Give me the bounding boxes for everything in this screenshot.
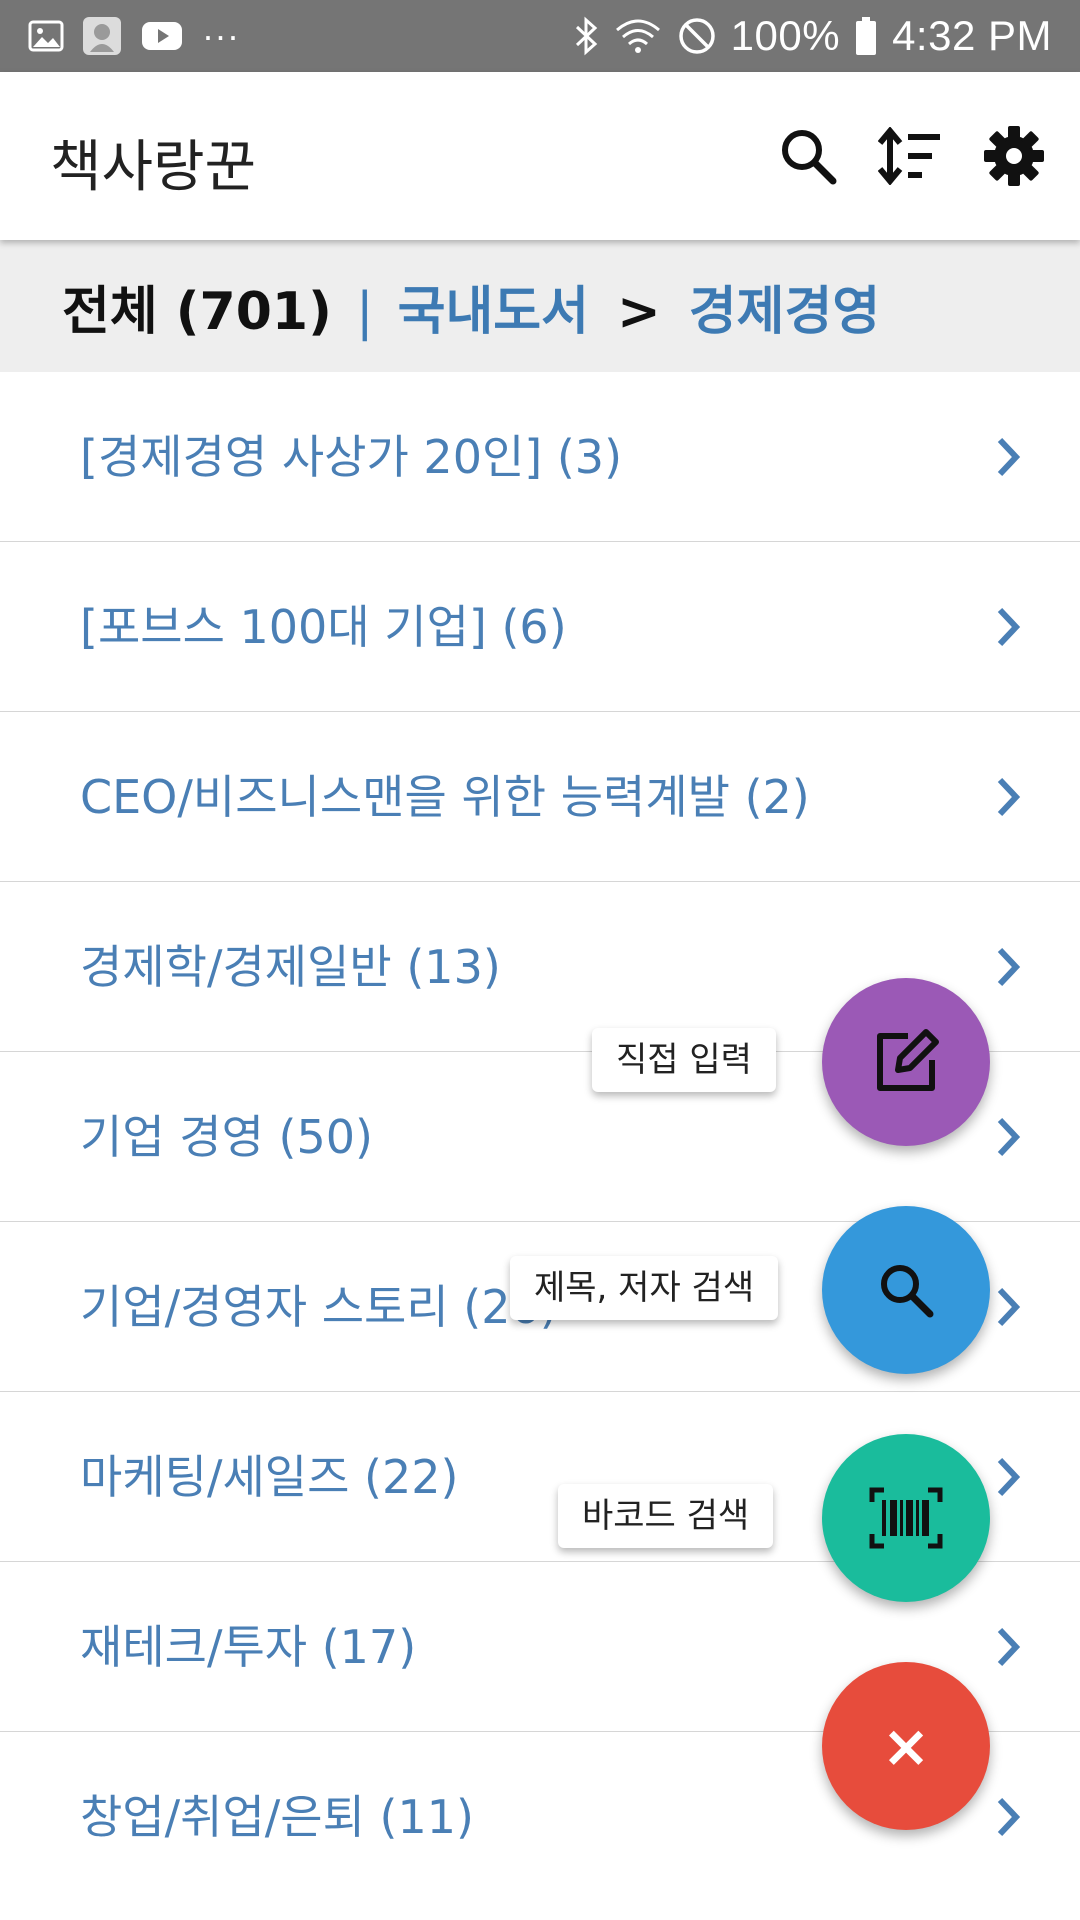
chevron-right-icon (997, 947, 1021, 987)
search-icon (881, 1265, 934, 1318)
status-bar: ··· 100% 4:32 PM (0, 0, 1080, 72)
list-item-label: [경제경영 사상가 20인] (3) (80, 430, 623, 484)
clock: 4:32 PM (892, 12, 1052, 59)
sort-icon (878, 127, 940, 185)
barcode-scan-icon (869, 1487, 943, 1549)
chevron-right-icon (997, 777, 1021, 817)
avatar-notification-icon (83, 17, 121, 55)
title-author-search-button[interactable] (822, 1206, 990, 1374)
list-item[interactable]: [포브스 100대 기업] (6) (0, 542, 1080, 712)
gallery-icon (28, 20, 64, 52)
breadcrumb-all[interactable]: 전체 (701) (62, 282, 332, 342)
battery-icon (856, 17, 877, 55)
bluetooth-icon (575, 16, 597, 56)
breadcrumb-separator: | (355, 281, 374, 342)
breadcrumb: 전체 (701) | 국내도서 > 경제경영 (0, 240, 1080, 372)
list-item-label: CEO/비즈니스맨을 위한 능력계발 (2) (80, 770, 810, 824)
list-item-label: [포브스 100대 기업] (6) (80, 600, 567, 654)
manual-entry-button[interactable] (822, 978, 990, 1146)
breadcrumb-domestic-books[interactable]: 국내도서 (398, 282, 589, 342)
close-fab-button[interactable]: × (822, 1662, 990, 1830)
barcode-search-label[interactable]: 바코드 검색 (558, 1484, 774, 1548)
chevron-right-icon (997, 1457, 1021, 1497)
gear-icon (984, 126, 1044, 186)
youtube-icon (142, 22, 182, 50)
close-icon: × (881, 1712, 931, 1780)
status-notifications: ··· (28, 14, 239, 58)
app-bar: 책사랑꾼 (0, 72, 1080, 240)
list-item-label: 기업/경영자 스토리 (26) (80, 1280, 558, 1334)
barcode-search-button[interactable] (822, 1434, 990, 1602)
do-not-disturb-icon (678, 18, 715, 54)
search-icon (782, 130, 837, 185)
list-item[interactable]: CEO/비즈니스맨을 위한 능력계발 (2) (0, 712, 1080, 882)
sort-button[interactable] (878, 124, 942, 188)
list-item-label: 창업/취업/은퇴 (11) (80, 1790, 474, 1844)
more-notifications: ··· (202, 15, 240, 56)
search-button[interactable] (776, 124, 840, 188)
chevron-right-icon (997, 437, 1021, 477)
app-title: 책사랑꾼 (50, 135, 257, 200)
chevron-right-icon (997, 1627, 1021, 1667)
list-item-label: 마케팅/세일즈 (22) (80, 1450, 459, 1504)
list-item[interactable]: [경제경영 사상가 20인] (3) (0, 372, 1080, 542)
list-item-label: 기업 경영 (50) (80, 1110, 373, 1164)
breadcrumb-arrow: > (617, 281, 661, 342)
chevron-right-icon (997, 607, 1021, 647)
title-author-search-label[interactable]: 제목, 저자 검색 (510, 1256, 779, 1320)
breadcrumb-economy-management[interactable]: 경제경영 (689, 282, 880, 342)
edit-icon (877, 1029, 939, 1091)
wifi-icon (615, 19, 660, 53)
chevron-right-icon (997, 1117, 1021, 1157)
chevron-right-icon (997, 1287, 1021, 1327)
list-item-label: 재테크/투자 (17) (80, 1620, 417, 1674)
chevron-right-icon (997, 1797, 1021, 1837)
battery-percent: 100% (730, 12, 841, 59)
settings-button[interactable] (982, 124, 1046, 188)
manual-entry-label[interactable]: 직접 입력 (592, 1028, 776, 1092)
list-item-label: 경제학/경제일반 (13) (80, 940, 501, 994)
